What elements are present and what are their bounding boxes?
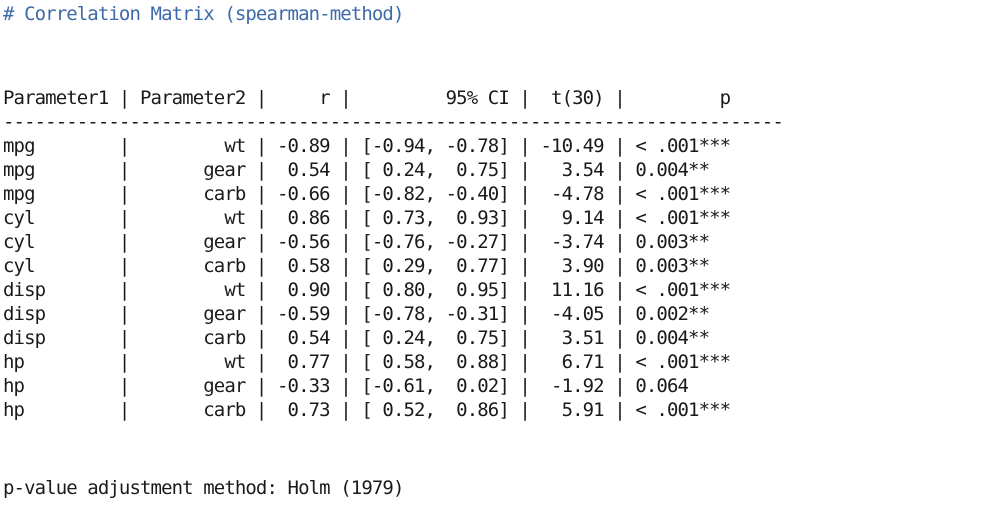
console-output: # Correlation Matrix (spearman-method) P… xyxy=(0,0,1003,518)
table-row: cyl | gear | -0.56 | [-0.76, -0.27] | -3… xyxy=(3,231,731,253)
table-header: Parameter1 | Parameter2 | r | 95% CI | t… xyxy=(3,87,731,109)
table-row: disp | gear | -0.59 | [-0.78, -0.31] | -… xyxy=(3,303,731,325)
table-row: mpg | gear | 0.54 | [ 0.24, 0.75] | 3.54… xyxy=(3,159,731,181)
adjustment-note: p-value adjustment method: Holm (1979) xyxy=(3,477,404,499)
table-row: mpg | wt | -0.89 | [-0.94, -0.78] | -10.… xyxy=(3,135,731,157)
table-row: hp | carb | 0.73 | [ 0.52, 0.86] | 5.91 … xyxy=(3,399,731,421)
table-row: disp | carb | 0.54 | [ 0.24, 0.75] | 3.5… xyxy=(3,327,731,349)
table-row: cyl | wt | 0.86 | [ 0.73, 0.93] | 9.14 |… xyxy=(3,207,731,229)
table-row: hp | wt | 0.77 | [ 0.58, 0.88] | 6.71 | … xyxy=(3,351,731,373)
table-title: # Correlation Matrix (spearman-method) xyxy=(3,3,404,25)
table-row: cyl | carb | 0.58 | [ 0.29, 0.77] | 3.90… xyxy=(3,255,731,277)
table-row: mpg | carb | -0.66 | [-0.82, -0.40] | -4… xyxy=(3,183,731,205)
table-separator: ----------------------------------------… xyxy=(3,111,784,133)
table-row: hp | gear | -0.33 | [-0.61, 0.02] | -1.9… xyxy=(3,375,731,397)
table-row: disp | wt | 0.90 | [ 0.80, 0.95] | 11.16… xyxy=(3,279,731,301)
